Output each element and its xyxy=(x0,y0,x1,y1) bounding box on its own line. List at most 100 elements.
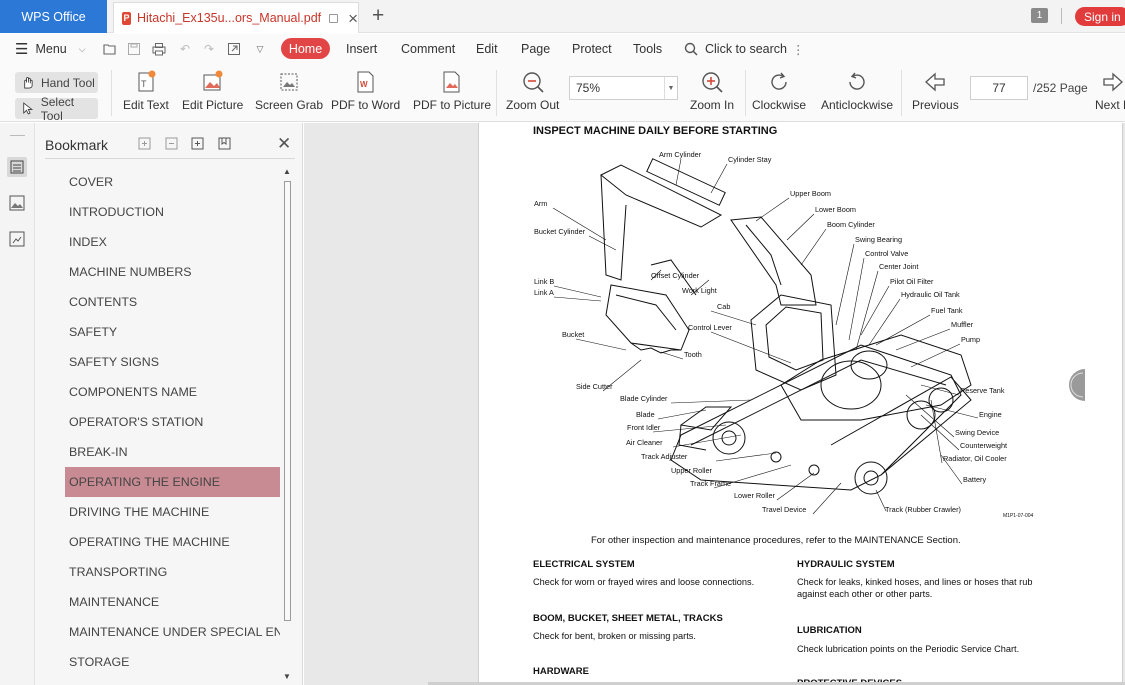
bookmark-item[interactable]: MAINTENANCE xyxy=(65,587,280,617)
app-tab[interactable]: WPS Office xyxy=(0,0,107,33)
label-work-light: Work Light xyxy=(682,286,717,295)
tab-edit[interactable]: Edit xyxy=(476,34,498,64)
tab-tools[interactable]: Tools xyxy=(633,34,662,64)
rotate-anticlockwise-icon xyxy=(849,72,865,90)
customize-dropdown-icon[interactable]: ▽ xyxy=(253,42,267,56)
zoom-in-icon xyxy=(702,72,723,93)
search-box[interactable]: Click to search ⋮ xyxy=(684,34,804,64)
tab-home[interactable]: Home xyxy=(281,38,330,59)
bookmark-icon[interactable] xyxy=(217,136,232,151)
label-upper-roller: Upper Roller xyxy=(671,466,713,475)
section-heading-lubrication: LUBRICATION xyxy=(797,625,862,636)
bookmark-item[interactable]: COMPONENTS NAME xyxy=(65,377,280,407)
bookmark-item[interactable]: INTRODUCTION xyxy=(65,197,280,227)
zoom-in-button[interactable]: Zoom In xyxy=(690,68,734,120)
document-tab[interactable]: P Hitachi_Ex135u...ors_Manual.pdf × xyxy=(113,2,359,33)
bookmark-item-active[interactable]: OPERATING THE ENGINE xyxy=(65,467,280,497)
thumbnail-icon[interactable] xyxy=(7,193,27,213)
page-number-input[interactable]: 77 xyxy=(970,76,1028,100)
previous-page-button[interactable]: Previous xyxy=(912,68,959,120)
toolbar: Hand Tool Select Tool T Edit Text Edit P… xyxy=(0,64,1125,123)
edit-picture-button[interactable]: Edit Picture xyxy=(182,68,243,120)
tab-page[interactable]: Page xyxy=(521,34,550,64)
close-icon[interactable]: ✕ xyxy=(277,134,291,154)
search-icon xyxy=(684,42,698,56)
bookmark-item[interactable]: COVER xyxy=(65,167,280,197)
undo-icon[interactable]: ↶ xyxy=(178,42,192,56)
section-heading-hardware: HARDWARE xyxy=(533,666,589,677)
new-tab-button[interactable]: + xyxy=(372,4,384,28)
chevron-down-icon[interactable]: ▼ xyxy=(664,77,677,99)
print-icon[interactable] xyxy=(152,42,166,56)
label-lower-boom: Lower Boom xyxy=(815,205,856,214)
pdf-to-picture-button[interactable]: PDF to Picture xyxy=(413,68,491,120)
bookmark-item[interactable]: MAINTENANCE UNDER SPECIAL ENVI... xyxy=(65,617,280,647)
rotate-clockwise-button[interactable]: Clockwise xyxy=(752,68,806,120)
tab-insert[interactable]: Insert xyxy=(346,34,377,64)
bookmark-item[interactable]: OPERATING THE MACHINE xyxy=(65,527,280,557)
bookmark-item[interactable]: SAFETY SIGNS xyxy=(65,347,280,377)
bookmark-item[interactable]: SAFETY xyxy=(65,317,280,347)
label-arm: Arm xyxy=(534,199,547,208)
label-control-valve: Control Valve xyxy=(865,249,908,258)
hand-tool-button[interactable]: Hand Tool xyxy=(15,72,98,93)
zoom-select[interactable]: 75% ▼ xyxy=(569,76,678,100)
label-front-idler: Front Idler xyxy=(627,423,661,432)
pdf-to-picture-label: PDF to Picture xyxy=(413,98,492,112)
scroll-down-icon[interactable]: ▼ xyxy=(283,672,291,681)
add-bookmark-icon[interactable] xyxy=(190,136,205,151)
more-icon[interactable]: ⋮ xyxy=(792,42,805,57)
collapse-all-icon[interactable] xyxy=(164,136,179,151)
bookmark-item[interactable]: OPERATOR'S STATION xyxy=(65,407,280,437)
label-fuel-tank: Fuel Tank xyxy=(931,306,963,315)
bookmark-scrollbar[interactable]: ▲ ▼ xyxy=(282,167,294,685)
zoom-out-button[interactable]: Zoom Out xyxy=(506,68,559,120)
pdf-to-word-button[interactable]: W PDF to Word xyxy=(331,68,400,120)
redo-icon[interactable]: ↷ xyxy=(202,42,216,56)
hamburger-icon: ☰ xyxy=(15,41,29,58)
edit-text-button[interactable]: T Edit Text xyxy=(123,68,169,120)
close-tab-icon[interactable]: × xyxy=(348,10,358,27)
zoom-out-label: Zoom Out xyxy=(506,98,560,112)
label-cab: Cab xyxy=(717,302,730,311)
pdf-to-word-label: PDF to Word xyxy=(331,98,401,112)
next-page-button[interactable]: Next P xyxy=(1095,68,1125,120)
tab-protect[interactable]: Protect xyxy=(572,34,612,64)
screen-grab-button[interactable]: Screen Grab xyxy=(255,68,323,120)
collapse-handle[interactable] xyxy=(10,135,25,136)
bookmark-list-icon[interactable] xyxy=(7,157,27,177)
expand-all-icon[interactable] xyxy=(137,136,152,151)
label-upper-boom: Upper Boom xyxy=(790,189,831,198)
bookmark-item[interactable]: DRIVING THE MACHINE xyxy=(65,497,280,527)
bookmark-item[interactable]: STORAGE xyxy=(65,647,280,677)
label-offset-cylinder: Offset Cylinder xyxy=(651,271,700,280)
screen-grab-icon xyxy=(280,73,298,91)
previous-label: Previous xyxy=(912,98,959,112)
edit-text-icon: T xyxy=(138,70,156,92)
figure-note: For other inspection and maintenance pro… xyxy=(591,535,961,546)
bookmark-item[interactable]: TRANSPORTING xyxy=(65,557,280,587)
tab-comment[interactable]: Comment xyxy=(401,34,455,64)
chevron-down-icon: ⌵ xyxy=(78,43,86,54)
monitor-icon[interactable] xyxy=(329,13,339,23)
image-extract-icon[interactable] xyxy=(7,229,27,249)
bookmark-item[interactable]: CONTENTS xyxy=(65,287,280,317)
scrollbar-thumb[interactable] xyxy=(284,181,291,621)
document-viewport[interactable]: INSPECT MACHINE DAILY BEFORE STARTING Ar… xyxy=(304,123,1125,685)
menu-button[interactable]: ☰ Menu ⌵ xyxy=(15,34,86,64)
clockwise-label: Clockwise xyxy=(752,98,807,112)
rotate-anticlockwise-button[interactable]: Anticlockwise xyxy=(821,68,893,120)
floating-side-handle-icon[interactable] xyxy=(1063,368,1085,402)
scroll-up-icon[interactable]: ▲ xyxy=(283,167,291,176)
pdf-page: INSPECT MACHINE DAILY BEFORE STARTING Ar… xyxy=(478,123,1123,685)
save-icon[interactable] xyxy=(127,42,141,56)
sign-in-button[interactable]: Sign in xyxy=(1075,7,1125,26)
window-count-badge[interactable]: 1 xyxy=(1031,8,1048,23)
bookmark-item[interactable]: INDEX xyxy=(65,227,280,257)
bookmark-item[interactable]: MACHINE NUMBERS xyxy=(65,257,280,287)
select-tool-button[interactable]: Select Tool xyxy=(15,95,98,123)
label-blade-cylinder: Blade Cylinder xyxy=(620,394,668,403)
export-icon[interactable] xyxy=(227,42,241,56)
open-icon[interactable] xyxy=(103,42,117,56)
bookmark-item[interactable]: BREAK-IN xyxy=(65,437,280,467)
